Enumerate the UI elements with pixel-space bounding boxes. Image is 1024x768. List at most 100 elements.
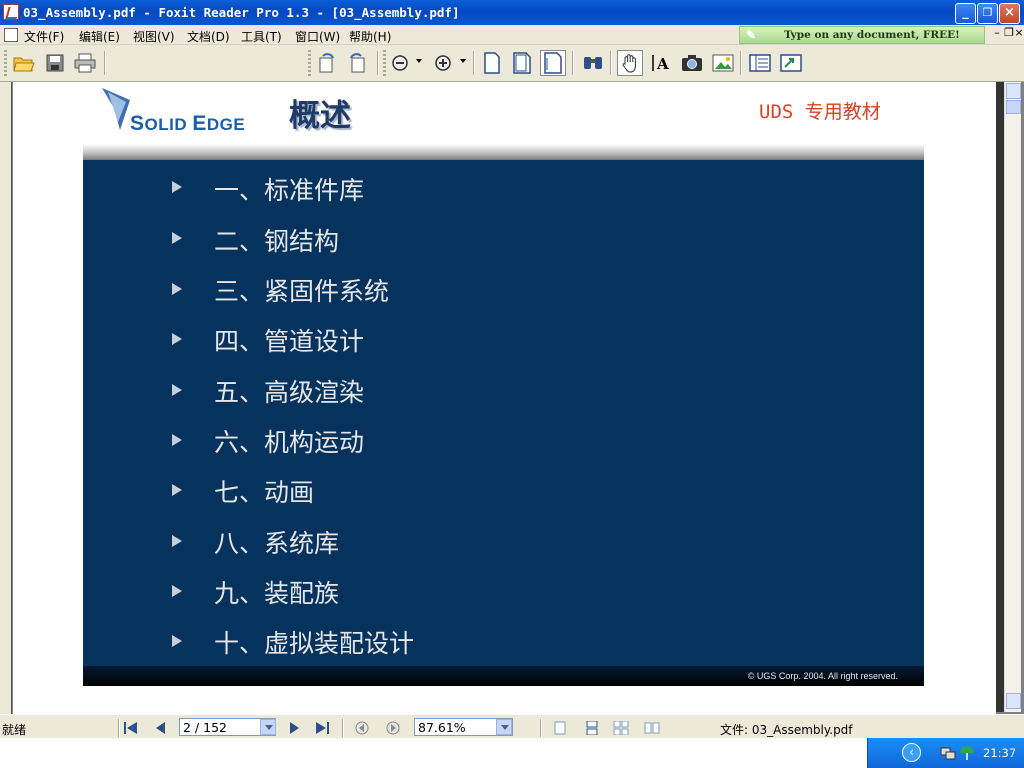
- print-icon: [74, 53, 96, 73]
- toolbar-separator: [572, 51, 574, 75]
- svg-text:A: A: [656, 55, 669, 73]
- toolbar-grip[interactable]: [383, 50, 386, 76]
- go-back-icon[interactable]: [354, 721, 370, 735]
- page-dropdown-button[interactable]: [260, 719, 276, 735]
- menu-file[interactable]: 文件(F): [24, 28, 64, 45]
- typewriter-button[interactable]: [778, 50, 804, 76]
- typewriter-ad-icon: ✎: [746, 28, 757, 42]
- menu-help[interactable]: 帮助(H): [349, 28, 391, 45]
- zoom-out-icon: [392, 55, 408, 71]
- menu-view[interactable]: 视图(V): [133, 28, 175, 45]
- logo-olid: OLID: [144, 115, 193, 134]
- fit-page-icon: [513, 52, 531, 74]
- logo-letter-s: S: [130, 112, 145, 135]
- menu-window[interactable]: 窗口(W): [295, 28, 340, 45]
- hand-tool-button[interactable]: [617, 50, 643, 76]
- maximize-button[interactable]: ❐: [977, 3, 998, 24]
- fit-page-button[interactable]: [509, 50, 535, 76]
- scroll-up-arrow[interactable]: [1006, 83, 1021, 99]
- actual-size-button[interactable]: [479, 50, 505, 76]
- open-button[interactable]: [11, 50, 37, 76]
- umbrella-tray-icon[interactable]: [959, 745, 975, 761]
- rotate-page-icon: [319, 53, 334, 73]
- status-separator: [342, 719, 344, 737]
- snapshot-button[interactable]: [679, 50, 705, 76]
- menu-tools[interactable]: 工具(T): [241, 28, 282, 45]
- image-tool-button[interactable]: [710, 50, 736, 76]
- logo-dge: DGE: [206, 115, 246, 134]
- status-separator: [118, 719, 120, 737]
- slide-list-item: 二、钢结构: [214, 227, 340, 256]
- bullet-icon: [172, 535, 182, 547]
- slide-copyright: © UGS Corp. 2004. All right reserved.: [747, 671, 898, 681]
- toolbar-grip[interactable]: [308, 50, 311, 76]
- last-page-icon[interactable]: [314, 721, 330, 735]
- typewriter-icon: [780, 54, 802, 72]
- toolbar-separator: [740, 51, 742, 75]
- actual-size-icon: [484, 52, 500, 74]
- slide-body: [83, 160, 924, 666]
- rotate-page-icon: [350, 53, 365, 73]
- rotate-right-button[interactable]: [344, 50, 370, 76]
- zoom-in-dropdown[interactable]: [460, 59, 466, 63]
- menu-document[interactable]: 文档(D): [187, 28, 230, 45]
- print-button[interactable]: [72, 50, 98, 76]
- scroll-down-arrow[interactable]: [1006, 693, 1021, 709]
- foxit-app-icon[interactable]: [3, 4, 19, 20]
- menu-edit[interactable]: 编辑(E): [79, 28, 120, 45]
- status-bar: 就绪 2 / 152 87.61% 文件: 03_Assembly.pdf: [0, 714, 1024, 738]
- solid-edge-logo-text: SOLID EDGE: [130, 112, 245, 136]
- show-hidden-icons-button[interactable]: ‹: [902, 743, 921, 762]
- ad-banner[interactable]: ✎ Type on any document, FREE!: [739, 26, 985, 44]
- mdi-close-button[interactable]: ×: [1012, 27, 1024, 41]
- zoom-out-button[interactable]: [387, 50, 413, 76]
- toolbar: A: [0, 45, 1024, 82]
- zoom-out-dropdown[interactable]: [416, 59, 422, 63]
- snapshot-icon: [682, 55, 702, 71]
- hand-tool-icon: [622, 54, 636, 73]
- clock[interactable]: 21:37: [983, 746, 1016, 760]
- toolbar-separator: [104, 51, 106, 75]
- bullet-icon: [172, 635, 182, 647]
- vertical-scrollbar[interactable]: [1004, 82, 1021, 712]
- bullet-icon: [172, 232, 182, 244]
- fit-width-button[interactable]: [540, 50, 566, 76]
- bullet-icon: [172, 283, 182, 295]
- toolbar-separator: [610, 51, 612, 75]
- bookmark-pane-button[interactable]: [747, 50, 773, 76]
- facing-pages-icon[interactable]: [613, 721, 629, 735]
- go-forward-icon[interactable]: [385, 721, 401, 735]
- zoom-dropdown-button[interactable]: [496, 719, 512, 735]
- rotate-left-button[interactable]: [314, 50, 340, 76]
- previous-page-icon[interactable]: [153, 721, 169, 735]
- single-page-icon[interactable]: [552, 721, 568, 735]
- slide-list-item: 四、管道设计: [214, 327, 365, 356]
- bullet-icon: [172, 434, 182, 446]
- first-page-icon[interactable]: [123, 721, 139, 735]
- document-menu-icon[interactable]: [4, 28, 18, 42]
- slide-tag: UDS 专用教材: [759, 101, 881, 123]
- ad-banner-text: Type on any document, FREE!: [784, 29, 960, 41]
- page-shadow: [996, 82, 1004, 712]
- slide-list-item: 八、系统库: [214, 529, 340, 558]
- slide-list-item: 七、动画: [214, 478, 315, 507]
- slide-list-item: 三、紧固件系统: [214, 277, 390, 306]
- navigation-pane-handle[interactable]: [0, 82, 12, 714]
- bookmark-pane-icon: [749, 54, 771, 72]
- minimize-button[interactable]: _: [955, 3, 976, 24]
- network-icon[interactable]: [940, 745, 956, 761]
- continuous-facing-icon[interactable]: [644, 721, 660, 735]
- continuous-page-icon[interactable]: [584, 721, 600, 735]
- bullet-icon: [172, 585, 182, 597]
- select-text-icon: A: [652, 55, 669, 73]
- next-page-icon[interactable]: [286, 721, 302, 735]
- status-separator: [540, 719, 542, 737]
- select-text-button[interactable]: A: [648, 50, 674, 76]
- bullet-icon: [172, 484, 182, 496]
- zoom-in-button[interactable]: [430, 50, 456, 76]
- scroll-thumb[interactable]: [1006, 100, 1021, 114]
- close-button[interactable]: ×: [999, 3, 1020, 24]
- toolbar-grip[interactable]: [4, 50, 7, 76]
- find-button[interactable]: [580, 50, 606, 76]
- save-button[interactable]: [42, 50, 68, 76]
